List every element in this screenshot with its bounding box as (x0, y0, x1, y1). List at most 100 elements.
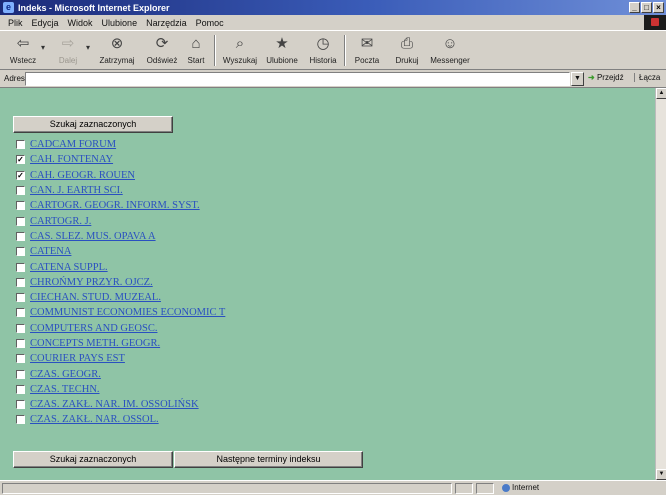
forward-dropdown-icon[interactable]: ▾ (86, 43, 90, 52)
index-list-item: ✓ CAH. GEOGR. ROUEN (16, 168, 225, 183)
index-list-item: CIECHAN. STUD. MUZEAL. (16, 290, 225, 305)
index-list-item: CZAS. TECHN. (16, 382, 225, 397)
index-list-item: CATENA (16, 244, 225, 259)
maximize-button[interactable]: □ (641, 2, 652, 13)
index-checkbox[interactable] (16, 186, 25, 196)
index-term-link[interactable]: CZAS. ZAKŁ. NAR. IM. OSSOLIŃSK (30, 399, 199, 410)
index-term-link[interactable]: CADCAM FORUM (30, 139, 116, 150)
search-selected-button-bottom[interactable]: Szukaj zaznaczonych (13, 451, 173, 468)
index-term-link[interactable]: CHROŃMY PRZYR. OJCZ. (30, 277, 153, 288)
index-checkbox[interactable] (16, 369, 25, 379)
search-icon: ⌕ (235, 35, 245, 52)
favorites-icon: ★ (275, 35, 289, 52)
index-checkbox[interactable] (16, 323, 25, 333)
stop-button[interactable]: ⊗ Zatrzymaj (95, 34, 139, 65)
favorites-button[interactable]: ★ Ulubione (264, 34, 300, 65)
index-term-link[interactable]: CAN. J. EARTH SCI. (30, 185, 123, 196)
print-button[interactable]: ⎙ Drukuj (392, 34, 422, 65)
mail-icon: ✉ (360, 35, 374, 52)
links-button[interactable]: Łącza (634, 73, 660, 82)
messenger-button[interactable]: ☺ Messenger (428, 34, 472, 65)
index-term-link[interactable]: COURIER PAYS EST (30, 353, 125, 364)
index-list-item: CZAS. GEOGR. (16, 366, 225, 381)
index-list-item: ✓ CAH. FONTENAY (16, 152, 225, 167)
index-checkbox[interactable] (16, 262, 25, 272)
search-button[interactable]: ⌕ Wyszukaj (220, 34, 260, 65)
back-label: Wstecz (9, 56, 37, 65)
home-icon: ⌂ (191, 35, 201, 52)
menu-view[interactable]: Widok (68, 18, 93, 28)
home-button[interactable]: ⌂ Start (183, 34, 209, 65)
scroll-down-arrow-icon[interactable]: ▼ (656, 469, 666, 480)
window-title: Indeks - Microsoft Internet Explorer (18, 2, 170, 13)
index-term-link[interactable]: COMPUTERS AND GEOSC. (30, 323, 157, 334)
mail-button[interactable]: ✉ Poczta (350, 34, 384, 65)
index-term-link[interactable]: COMMUNIST ECONOMIES ECONOMIC T (30, 307, 225, 318)
standard-toolbar: ⇦ Wstecz ▾ ⇨ Dalej ▾ ⊗ Zatrzymaj ⟳ Odświ… (0, 30, 666, 70)
index-checkbox[interactable] (16, 415, 25, 425)
printer-icon: ⎙ (400, 35, 413, 52)
index-checkbox[interactable] (16, 140, 25, 150)
vertical-scrollbar[interactable]: ▲ ▼ (655, 88, 666, 480)
index-term-link[interactable]: CZAS. TECHN. (30, 384, 100, 395)
index-checkbox[interactable] (16, 293, 25, 303)
index-checkbox[interactable] (16, 277, 25, 287)
address-dropdown-button[interactable]: ▼ (571, 72, 584, 86)
index-list-item: CHROŃMY PRZYR. OJCZ. (16, 275, 225, 290)
index-term-link[interactable]: CAS. SLEZ. MUS. OPAVA A (30, 231, 156, 242)
menu-favorites[interactable]: Ulubione (102, 18, 138, 28)
index-checkbox[interactable] (16, 231, 25, 241)
next-index-terms-button[interactable]: Następne terminy indeksu (174, 451, 363, 468)
close-button[interactable]: × (653, 2, 664, 13)
address-label: Adres (4, 74, 25, 83)
back-dropdown-icon[interactable]: ▾ (41, 43, 45, 52)
address-input[interactable] (25, 72, 570, 86)
history-button[interactable]: ◷ Historia (306, 34, 340, 65)
minimize-button[interactable]: _ (629, 2, 640, 13)
index-checkbox[interactable] (16, 201, 25, 211)
toolbar-separator (214, 35, 216, 66)
index-term-link[interactable]: CATENA SUPPL. (30, 262, 108, 273)
index-term-link[interactable]: CZAS. ZAKŁ. NAR. OSSOL. (30, 414, 159, 425)
menu-help[interactable]: Pomoc (196, 18, 224, 28)
index-checkbox[interactable] (16, 339, 25, 348)
search-selected-button-top[interactable]: Szukaj zaznaczonych (13, 116, 173, 133)
index-term-link[interactable]: CIECHAN. STUD. MUZEAL. (30, 292, 161, 303)
search-label: Wyszukaj (222, 56, 258, 65)
index-term-link[interactable]: CARTOGR. J. (30, 216, 91, 227)
menu-edit[interactable]: Edycja (32, 18, 59, 28)
page-content: Szukaj zaznaczonych CADCAM FORUM ✓ CAH. FO… (0, 88, 655, 480)
back-arrow-icon: ⇦ (16, 35, 30, 52)
index-term-link[interactable]: CATENA (30, 246, 71, 257)
index-checkbox[interactable] (16, 247, 25, 257)
index-term-link[interactable]: CZAS. GEOGR. (30, 369, 101, 380)
index-checkbox[interactable] (16, 308, 25, 318)
index-checkbox[interactable] (16, 384, 25, 394)
history-label: Historia (309, 56, 337, 65)
index-list-item: CADCAM FORUM (16, 137, 225, 152)
index-checkbox[interactable]: ✓ (16, 170, 25, 180)
forward-button[interactable]: ⇨ Dalej (53, 34, 83, 65)
back-button[interactable]: ⇦ Wstecz (8, 34, 38, 65)
index-checkbox[interactable]: ✓ (16, 155, 25, 165)
scroll-up-arrow-icon[interactable]: ▲ (656, 88, 666, 99)
title-bar: e Indeks - Microsoft Internet Explorer _… (0, 0, 666, 15)
index-term-link[interactable]: CAH. GEOGR. ROUEN (30, 170, 135, 181)
go-button[interactable]: ➜ Przejdź (588, 73, 624, 82)
security-zone: Internet (502, 483, 539, 492)
stop-icon: ⊗ (110, 35, 124, 52)
index-term-link[interactable]: CONCEPTS METH. GEOGR. (30, 338, 160, 349)
menu-file[interactable]: Plik (8, 18, 23, 28)
index-list-item: CARTOGR. J. (16, 213, 225, 228)
messenger-icon: ☺ (442, 35, 458, 52)
refresh-button[interactable]: ⟳ Odśwież (144, 34, 180, 65)
index-term-link[interactable]: CAH. FONTENAY (30, 154, 113, 165)
refresh-label: Odśwież (146, 56, 178, 65)
index-checkbox[interactable] (16, 354, 25, 364)
index-checkbox[interactable] (16, 400, 25, 410)
history-icon: ◷ (316, 35, 330, 52)
status-pane (476, 483, 494, 494)
menu-tools[interactable]: Narzędzia (146, 18, 187, 28)
index-checkbox[interactable] (16, 216, 25, 226)
index-term-link[interactable]: CARTOGR. GEOGR. INFORM. SYST. (30, 200, 200, 211)
